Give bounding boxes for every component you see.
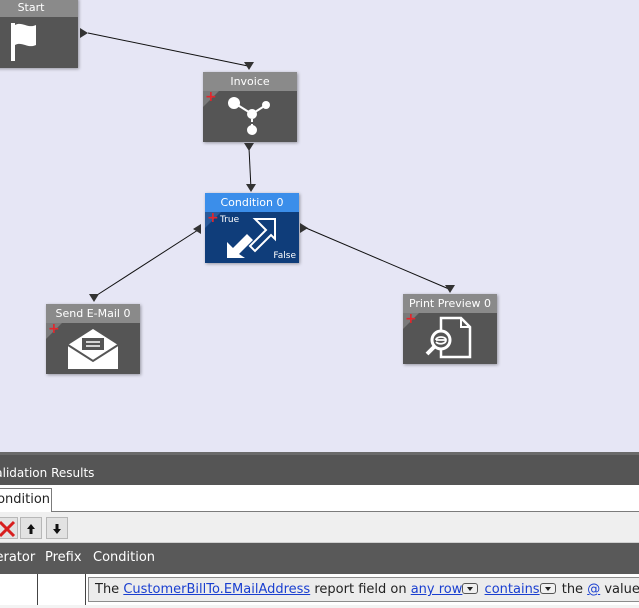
node-print-preview-title: Print Preview 0 — [403, 294, 497, 313]
node-print-preview[interactable]: Print Preview 0 + — [403, 294, 497, 364]
table-row[interactable]: The CustomerBillTo.EMailAddress report f… — [0, 574, 639, 605]
operator-link[interactable]: contains — [485, 582, 540, 597]
envelope-icon — [67, 329, 119, 369]
invoice-out-port[interactable] — [244, 143, 254, 151]
scope-dropdown-icon[interactable] — [462, 583, 479, 594]
column-condition[interactable]: Condition — [93, 550, 155, 565]
panel-header: Validation Results — [0, 452, 639, 485]
flag-icon — [11, 23, 36, 61]
node-condition-title: Condition 0 — [205, 193, 299, 212]
link-start-invoice — [87, 32, 249, 67]
validation-panel: Validation Results Condition 0 Operator … — [0, 452, 639, 608]
condition-false-port[interactable] — [300, 223, 308, 233]
node-start[interactable]: Start — [0, 0, 78, 68]
print-in-port[interactable] — [445, 285, 455, 293]
node-send-email[interactable]: Send E-Mail 0 + — [46, 304, 140, 374]
arrow-up-icon — [27, 524, 35, 534]
column-prefix[interactable]: Prefix — [45, 550, 82, 565]
link-condition-print — [305, 227, 450, 290]
field-link[interactable]: CustomerBillTo.EMailAddress — [123, 582, 310, 597]
arrow-down-icon — [53, 524, 61, 534]
column-operator[interactable]: Operator — [0, 550, 35, 565]
move-down-button[interactable] — [46, 517, 68, 539]
node-invoice-title: Invoice — [203, 72, 297, 91]
move-up-button[interactable] — [20, 517, 42, 539]
operator-dropdown-icon[interactable] — [539, 583, 556, 594]
connection-lines — [87, 32, 450, 298]
node-invoice[interactable]: Invoice + — [203, 72, 297, 142]
scope-link[interactable]: any row — [411, 582, 463, 597]
node-start-title: Start — [0, 0, 78, 17]
panel-header-title: Validation Results — [0, 466, 95, 480]
link-condition-email — [93, 229, 199, 298]
tab-condition-0-label: Condition 0 — [0, 492, 51, 507]
value-link[interactable]: @ — [587, 582, 600, 597]
document-magnifier-icon — [425, 316, 472, 359]
node-condition[interactable]: Condition 0 + True False — [205, 193, 299, 263]
invoice-in-port[interactable] — [244, 62, 254, 70]
tab-strip: Condition 0 — [0, 485, 639, 513]
link-invoice-condition — [248, 147, 252, 190]
condition-in-port[interactable] — [246, 184, 256, 192]
condition-cell[interactable]: The CustomerBillTo.EMailAddress report f… — [88, 577, 639, 602]
delete-icon — [0, 520, 16, 538]
start-out-port[interactable] — [80, 28, 88, 38]
email-in-port[interactable] — [89, 294, 99, 302]
diverging-arrows-icon — [227, 218, 276, 258]
toolbar — [0, 512, 639, 543]
tab-condition-0[interactable]: Condition 0 — [0, 488, 52, 513]
workflow-canvas[interactable]: Start Invoice + Condition 0 + True False… — [0, 0, 639, 452]
condition-true-port[interactable] — [193, 224, 201, 234]
grid-header: Operator Prefix Condition — [0, 543, 639, 574]
node-send-email-title: Send E-Mail 0 — [46, 304, 140, 323]
delete-button[interactable] — [0, 517, 18, 539]
network-nodes-icon — [228, 97, 270, 135]
